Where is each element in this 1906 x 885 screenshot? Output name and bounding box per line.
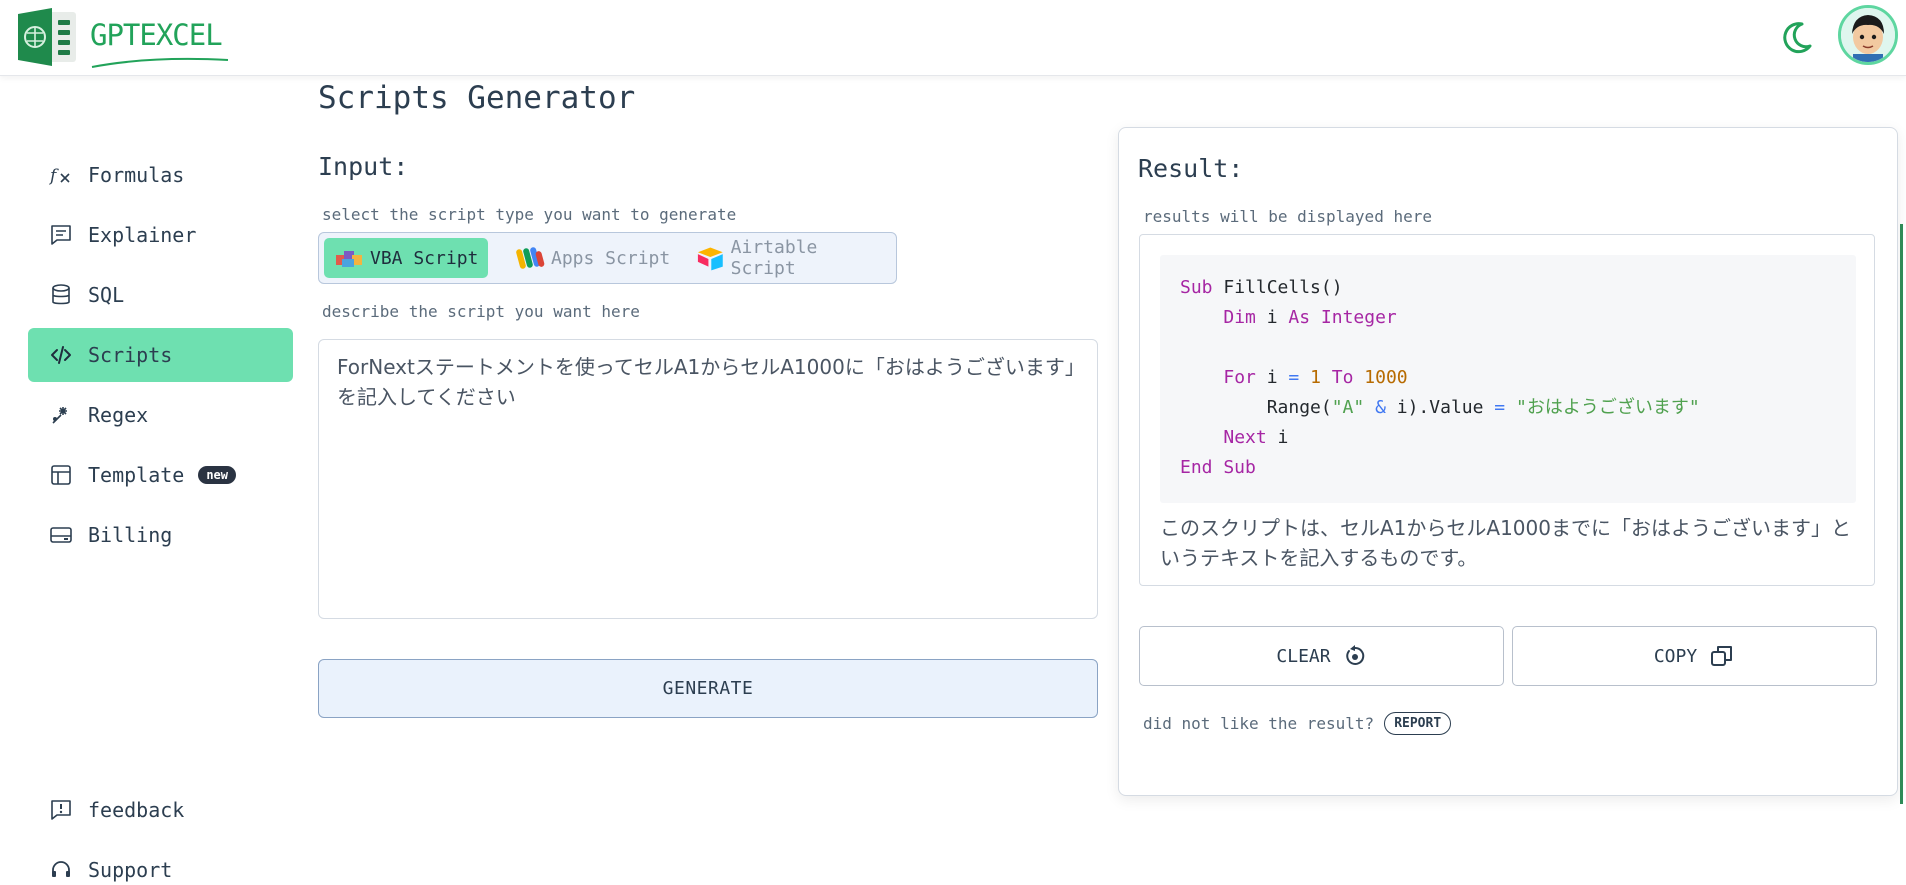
script-type-apps[interactable]: Apps Script — [505, 238, 680, 278]
excel-brain-icon — [18, 8, 80, 66]
code-line: Range("A" & i).Value = "おはようございます" — [1180, 397, 1700, 418]
code-icon — [48, 342, 74, 368]
table-icon — [48, 462, 74, 488]
code-line: Next i — [1223, 427, 1289, 448]
copy-label: COPY — [1653, 645, 1698, 667]
sidebar-item-billing[interactable]: Billing — [28, 508, 293, 562]
copy-icon — [1711, 646, 1733, 666]
sidebar: f Formulas Explainer SQL Scripts Regex T… — [0, 76, 300, 885]
headset-icon — [48, 857, 74, 883]
result-hint: results will be displayed here — [1143, 207, 1432, 226]
sidebar-item-scripts[interactable]: Scripts — [28, 328, 293, 382]
new-badge: new — [198, 466, 237, 484]
sidebar-item-feedback[interactable]: feedback — [28, 783, 293, 837]
svg-text:f: f — [49, 166, 59, 186]
sidebar-item-sql[interactable]: SQL — [28, 268, 293, 322]
explainer-icon — [48, 222, 74, 248]
sidebar-item-label: Scripts — [88, 343, 173, 367]
top-header: GPTEXCEL — [0, 0, 1906, 76]
clear-button[interactable]: CLEAR — [1139, 626, 1504, 686]
script-type-airtable[interactable]: Airtable Script — [686, 237, 896, 279]
report-question: did not like the result? — [1143, 714, 1375, 733]
reset-icon — [1345, 645, 1364, 665]
wallet-icon — [48, 522, 74, 548]
sidebar-item-regex[interactable]: Regex — [28, 388, 293, 442]
sidebar-item-label: Template — [88, 463, 185, 487]
app-logo[interactable]: GPTEXCEL — [18, 8, 229, 68]
scrollbar[interactable] — [1900, 224, 1903, 804]
sidebar-item-support[interactable]: Support — [28, 843, 293, 885]
result-heading: Result: — [1138, 154, 1244, 183]
result-card: Result: results will be displayed here S… — [1118, 127, 1898, 796]
script-type-label: Apps Script — [551, 247, 671, 269]
script-type-hint: select the script type you want to gener… — [322, 205, 737, 224]
sidebar-item-template[interactable]: Template new — [28, 448, 293, 502]
result-explanation: このスクリプトは、セルA1からセルA1000までに「おはようございます」というテ… — [1160, 516, 1851, 570]
moon-icon[interactable] — [1778, 20, 1814, 56]
sidebar-item-label: feedback — [88, 798, 185, 822]
user-avatar[interactable] — [1838, 5, 1898, 65]
code-line: Sub FillCells() — [1180, 277, 1343, 298]
describe-hint: describe the script you want here — [322, 302, 640, 321]
script-description-input[interactable] — [318, 339, 1098, 619]
sidebar-item-label: Formulas — [88, 163, 185, 187]
logo-swoosh — [91, 57, 229, 68]
report-row: did not like the result? REPORT — [1143, 712, 1452, 735]
logo-text: GPTEXCEL — [90, 18, 223, 52]
function-icon: f — [48, 162, 74, 188]
sidebar-item-explainer[interactable]: Explainer — [28, 208, 293, 262]
database-icon — [48, 282, 74, 308]
page-title: Scripts Generator — [318, 80, 636, 116]
clear-label: CLEAR — [1276, 645, 1331, 667]
result-output: Sub FillCells() Dim i As Integer For i =… — [1139, 234, 1875, 586]
script-type-selector: VBA Script Apps Script Airtable Script — [318, 232, 897, 284]
sidebar-item-formulas[interactable]: f Formulas — [28, 148, 293, 202]
report-button[interactable]: REPORT — [1384, 712, 1452, 735]
sidebar-item-label: Regex — [88, 403, 149, 427]
regex-icon — [48, 402, 74, 428]
sidebar-item-label: Billing — [88, 523, 173, 547]
script-type-label: Airtable Script — [730, 237, 818, 279]
vba-cubes-icon — [336, 251, 362, 267]
apps-script-icon — [516, 247, 545, 269]
sidebar-item-label: SQL — [88, 283, 125, 307]
code-line: Dim i As Integer — [1223, 307, 1397, 328]
airtable-icon — [697, 247, 723, 271]
script-type-vba[interactable]: VBA Script — [324, 238, 489, 278]
feedback-icon — [48, 797, 74, 823]
code-block[interactable]: Sub FillCells() Dim i As Integer For i =… — [1160, 255, 1856, 503]
script-type-label: VBA Script — [370, 247, 479, 269]
code-line: For i = 1 To 1000 — [1223, 367, 1408, 388]
code-line: End Sub — [1180, 457, 1256, 478]
generate-button[interactable]: GENERATE — [318, 659, 1098, 718]
input-heading: Input: — [318, 152, 409, 181]
sidebar-item-label: Support — [88, 858, 173, 882]
copy-button[interactable]: COPY — [1512, 626, 1877, 686]
sidebar-item-label: Explainer — [88, 223, 197, 247]
